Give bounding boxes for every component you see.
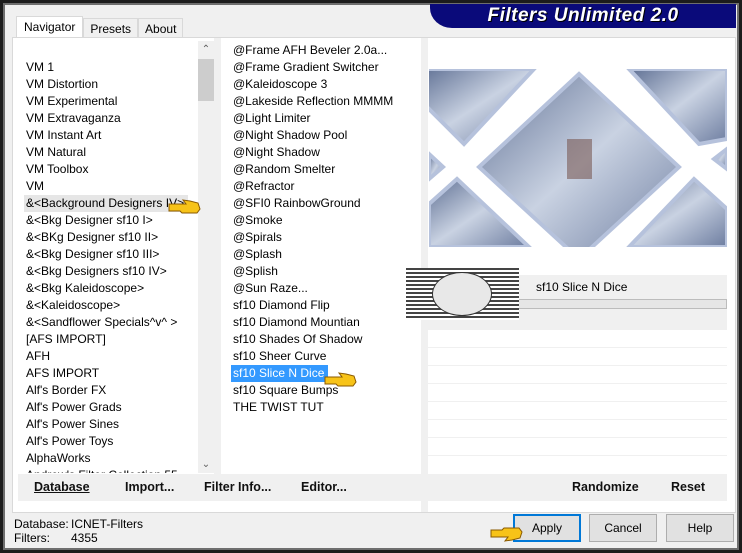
app-title-banner: Filters Unlimited 2.0 xyxy=(430,4,736,28)
scroll-up-icon[interactable]: ⌃ xyxy=(198,41,214,58)
list-item[interactable]: [AFS IMPORT] xyxy=(24,331,198,348)
filters-label: Filters: xyxy=(14,531,50,545)
list-item[interactable]: AlphaWorks xyxy=(24,450,198,467)
reset-button[interactable]: Reset xyxy=(671,480,705,494)
list-item[interactable]: VM Natural xyxy=(24,144,198,161)
divider xyxy=(428,383,727,384)
database-value: ICNET-Filters xyxy=(71,517,143,531)
list-item[interactable]: &<Bkg Designers sf10 IV> xyxy=(24,263,198,280)
filter-list[interactable]: @Frame AFH Beveler 2.0a... @Frame Gradien… xyxy=(231,42,421,472)
tab-about[interactable]: About xyxy=(138,18,184,39)
list-item[interactable]: VM 1 xyxy=(24,59,198,76)
tab-presets[interactable]: Presets xyxy=(83,18,139,39)
divider xyxy=(428,401,727,402)
editor-button[interactable]: Editor... xyxy=(301,480,347,494)
list-item[interactable]: @SFI0 RainbowGround xyxy=(231,195,421,212)
filter-info-button[interactable]: Filter Info... xyxy=(204,480,271,494)
divider xyxy=(428,437,727,438)
list-item[interactable]: VM Instant Art xyxy=(24,127,198,144)
list-item[interactable]: sf10 Diamond Mountian xyxy=(231,314,421,331)
list-item[interactable]: @Splash xyxy=(231,246,421,263)
list-item[interactable]: @Random Smelter xyxy=(231,161,421,178)
category-scrollbar[interactable]: ⌃ ⌄ xyxy=(198,41,214,473)
list-item[interactable]: THE TWIST TUT xyxy=(231,399,421,416)
database-label: Database: xyxy=(14,517,69,531)
pointing-hand-icon xyxy=(490,527,523,542)
scroll-down-icon[interactable]: ⌄ xyxy=(198,456,214,473)
list-item[interactable]: VM Experimental xyxy=(24,93,198,110)
list-item[interactable]: @Lakeside Reflection MMMM xyxy=(231,93,421,110)
list-item[interactable]: @Refractor xyxy=(231,178,421,195)
randomize-button[interactable]: Randomize xyxy=(572,480,639,494)
claudia-watermark-logo xyxy=(406,268,519,320)
list-item[interactable]: @Smoke xyxy=(231,212,421,229)
list-item[interactable]: @Spirals xyxy=(231,229,421,246)
list-item[interactable]: VM Toolbox xyxy=(24,161,198,178)
cancel-button[interactable]: Cancel xyxy=(589,514,657,542)
list-item[interactable]: @Frame Gradient Switcher xyxy=(231,59,421,76)
divider xyxy=(428,365,727,366)
preview-city xyxy=(567,139,592,179)
list-item[interactable]: &<Sandflower Specials^v^ > xyxy=(24,314,198,331)
navigator-button-bar: Database Import... Filter Info... Editor… xyxy=(18,474,421,501)
pointing-hand-icon xyxy=(168,199,201,214)
divider xyxy=(428,419,727,420)
list-item[interactable]: Alf's Power Grads xyxy=(24,399,198,416)
list-item[interactable]: &<Bkg Kaleidoscope> xyxy=(24,280,198,297)
divider xyxy=(428,347,727,348)
list-item[interactable]: VM Distortion xyxy=(24,76,198,93)
list-item[interactable]: Andrew's Filter Collection 55 xyxy=(24,467,198,473)
filters-status: Filters: 4355 xyxy=(14,531,98,545)
divider xyxy=(214,38,221,474)
list-item[interactable]: @Frame AFH Beveler 2.0a... xyxy=(231,42,421,59)
list-item[interactable]: &<Kaleidoscope> xyxy=(24,297,198,314)
list-item[interactable]: &<Bkg Designer sf10 III> xyxy=(24,246,198,263)
filter-preview-image xyxy=(429,69,727,247)
list-item[interactable]: @Night Shadow xyxy=(231,144,421,161)
list-item[interactable]: &<Background Designers IV> xyxy=(24,195,189,212)
filters-count: 4355 xyxy=(71,531,98,545)
preview-button-bar: Randomize Reset xyxy=(428,474,727,501)
list-item[interactable]: sf10 Shades Of Shadow xyxy=(231,331,421,348)
list-item[interactable]: sf10 Diamond Flip xyxy=(231,297,421,314)
list-item[interactable]: @Light Limiter xyxy=(231,110,421,127)
list-item[interactable]: VM xyxy=(24,178,198,195)
list-item[interactable]: @Sun Raze... xyxy=(231,280,421,297)
list-item[interactable]: sf10 Slice N Dice xyxy=(231,365,329,382)
database-status: Database: ICNET-Filters xyxy=(14,517,143,531)
list-item[interactable]: @Night Shadow Pool xyxy=(231,127,421,144)
database-button[interactable]: Database xyxy=(34,480,90,494)
list-item[interactable]: AFS IMPORT xyxy=(24,365,198,382)
list-item[interactable]: AFH xyxy=(24,348,198,365)
list-item[interactable]: Alf's Power Toys xyxy=(24,433,198,450)
divider xyxy=(428,455,727,456)
scrollbar-thumb[interactable] xyxy=(198,59,214,101)
pointing-hand-icon xyxy=(324,372,357,387)
help-button[interactable]: Help xyxy=(666,514,734,542)
tab-navigator[interactable]: Navigator xyxy=(16,16,84,39)
filter-name-label: sf10 Slice N Dice xyxy=(536,280,628,294)
list-item[interactable]: Alf's Border FX xyxy=(24,382,198,399)
list-item[interactable]: VM Extravaganza xyxy=(24,110,198,127)
list-item[interactable]: @Splish xyxy=(231,263,421,280)
list-item[interactable]: @Kaleidoscope 3 xyxy=(231,76,421,93)
tab-bar: Navigator Presets About xyxy=(16,16,184,39)
import-button[interactable]: Import... xyxy=(125,480,174,494)
list-item[interactable]: Alf's Power Sines xyxy=(24,416,198,433)
list-item[interactable]: &<BKg Designer sf10 II> xyxy=(24,229,198,246)
category-list[interactable]: VM 1 VM Distortion VM Experimental VM Extra… xyxy=(24,59,198,473)
list-item[interactable]: sf10 Sheer Curve xyxy=(231,348,421,365)
